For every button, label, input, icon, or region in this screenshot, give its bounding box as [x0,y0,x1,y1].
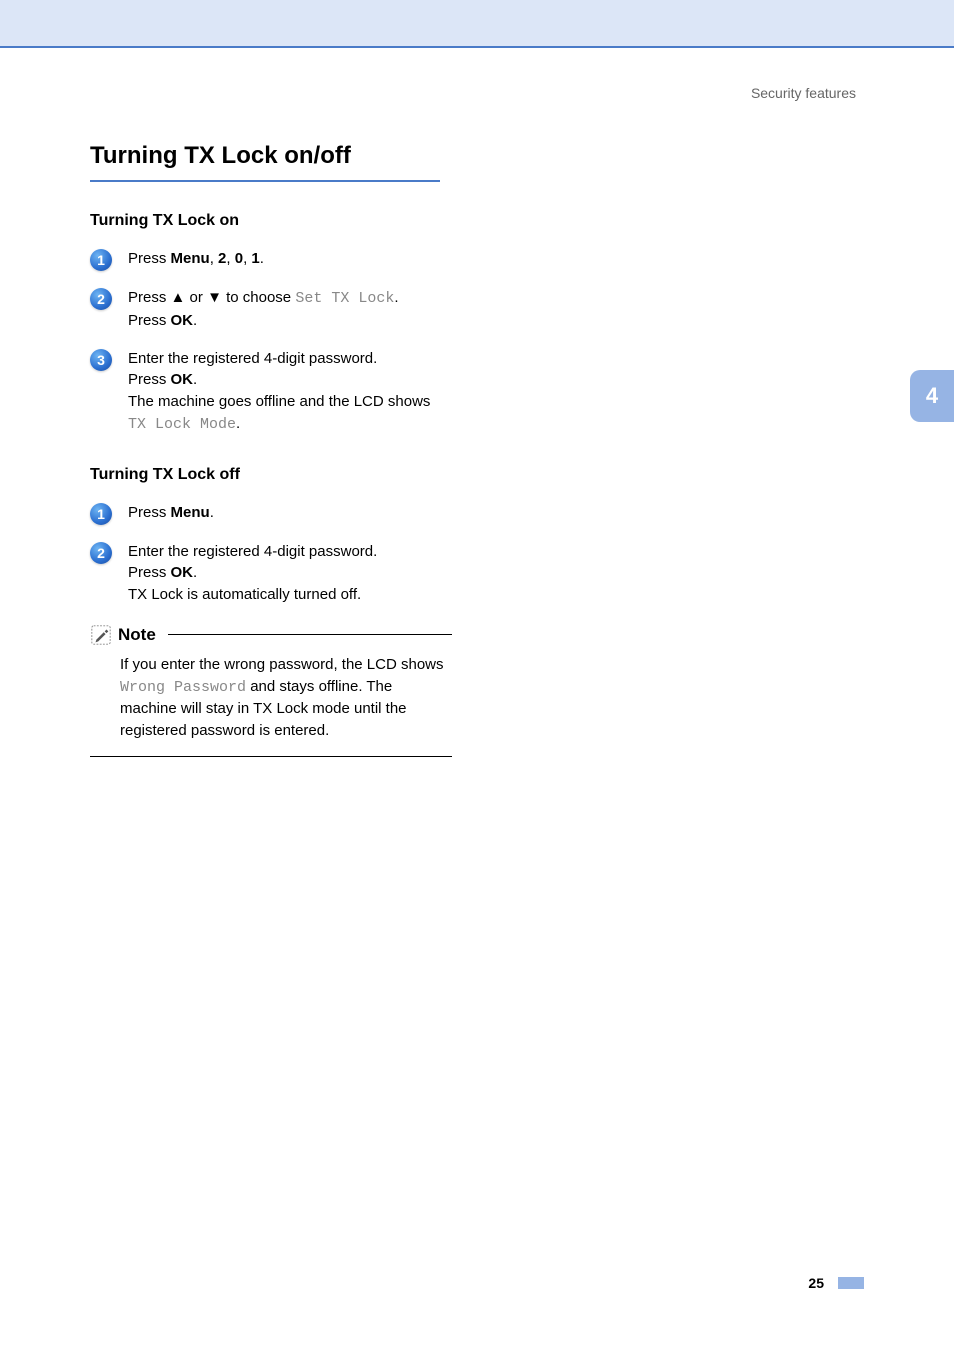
breadcrumb: Security features [751,85,856,101]
step: 2 Press ▲ or ▼ to choose Set TX Lock.Pres… [90,287,452,332]
note-body: If you enter the wrong password, the LCD… [90,654,452,756]
note-line-bottom [90,756,452,757]
step-text: Press ▲ or ▼ to choose Set TX Lock.Press… [128,287,399,332]
step-number-badge: 3 [90,349,112,371]
step-number-badge: 1 [90,249,112,271]
page-number: 25 [808,1275,824,1291]
step-number-badge: 2 [90,542,112,564]
note-line-top [168,634,452,635]
note-block: Note If you enter the wrong password, th… [90,624,452,757]
step: 1 Press Menu. [90,502,452,525]
step: 3 Enter the registered 4-digit password.P… [90,348,452,436]
page-title: Turning TX Lock on/off [90,142,440,170]
step: 1 Press Menu, 2, 0, 1. [90,248,452,271]
subheading-on: Turning TX Lock on [90,212,452,230]
page-footer: 25 [808,1275,864,1291]
steps-off: 1 Press Menu. 2 Enter the registered 4-digi… [90,502,452,606]
step-text: Enter the registered 4-digit password.Pr… [128,541,377,606]
note-pencil-icon [90,624,112,646]
subheading-off: Turning TX Lock off [90,466,452,484]
section-turn-on: Turning TX Lock on 1 Press Menu, 2, 0, 1.… [90,212,452,436]
step-number-badge: 2 [90,288,112,310]
footer-accent [838,1277,864,1289]
step: 2 Enter the registered 4-digit password.P… [90,541,452,606]
step-text: Press Menu. [128,502,214,524]
steps-on: 1 Press Menu, 2, 0, 1. 2 Press ▲ or ▼ to ch… [90,248,452,436]
chapter-tab: 4 [910,370,954,422]
step-number-badge: 1 [90,503,112,525]
note-header: Note [90,624,452,646]
section-turn-off: Turning TX Lock off 1 Press Menu. 2 Enter t… [90,466,452,606]
main-heading-container: Turning TX Lock on/off [90,142,440,182]
step-text: Press Menu, 2, 0, 1. [128,248,264,270]
note-title: Note [118,625,156,645]
step-text: Enter the registered 4-digit password.Pr… [128,348,452,436]
content-column: Turning TX Lock on 1 Press Menu, 2, 0, 1.… [90,204,452,757]
header-band [0,0,954,48]
